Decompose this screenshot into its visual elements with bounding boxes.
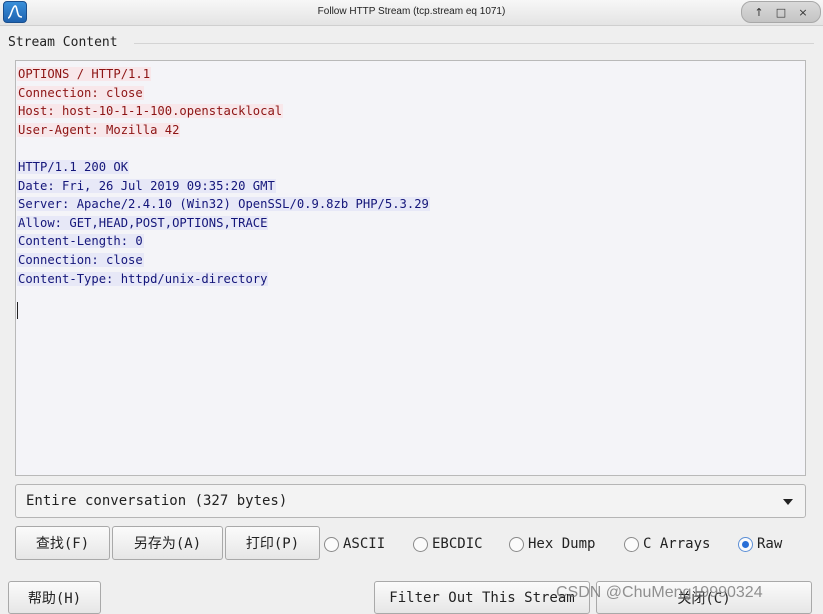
server-line: Allow: GET,HEAD,POST,OPTIONS,TRACE xyxy=(17,215,269,230)
server-line: Connection: close xyxy=(17,252,144,267)
find-button[interactable]: 查找(F) xyxy=(15,526,110,560)
radio-ascii[interactable]: ASCII xyxy=(324,535,385,553)
radio-button-checked-icon xyxy=(738,536,753,552)
keep-above-icon[interactable]: ↑ xyxy=(752,5,766,19)
client-line: OPTIONS / HTTP/1.1 xyxy=(17,67,152,81)
radio-ebcdic[interactable]: EBCDIC xyxy=(413,535,483,553)
radio-raw[interactable]: Raw xyxy=(738,535,782,553)
radio-hex-dump[interactable]: Hex Dump xyxy=(509,535,595,553)
server-line: Content-Type: httpd/unix-directory xyxy=(17,271,269,286)
close-button[interactable]: 关闭(C) xyxy=(596,581,812,614)
dropdown-arrow-icon xyxy=(783,499,793,505)
radio-button-icon xyxy=(413,536,428,552)
client-line: Connection: close xyxy=(17,85,144,100)
close-icon[interactable]: × xyxy=(796,5,810,19)
conversation-select-value: Entire conversation (327 bytes) xyxy=(26,493,288,509)
radio-ebcdic-label: EBCDIC xyxy=(432,536,483,552)
server-line: Server: Apache/2.4.10 (Win32) OpenSSL/0.… xyxy=(17,197,430,212)
filter-out-stream-button[interactable]: Filter Out This Stream xyxy=(374,581,590,614)
radio-c-arrays-label: C Arrays xyxy=(643,536,711,552)
server-line: Content-Length: 0 xyxy=(17,234,144,249)
radio-c-arrays[interactable]: C Arrays xyxy=(624,535,710,553)
stream-content-label: Stream Content xyxy=(8,35,120,50)
window-title: Follow HTTP Stream (tcp.stream eq 1071) xyxy=(317,6,506,17)
print-button[interactable]: 打印(P) xyxy=(225,526,320,560)
stream-text-area[interactable]: OPTIONS / HTTP/1.1 Connection: close Hos… xyxy=(15,60,806,476)
maximize-icon[interactable]: □ xyxy=(774,5,788,19)
radio-button-icon xyxy=(324,536,339,552)
radio-raw-label: Raw xyxy=(757,536,783,552)
conversation-select[interactable]: Entire conversation (327 bytes) xyxy=(15,484,806,518)
group-divider xyxy=(134,43,814,44)
client-line: User-Agent: Mozilla 42 xyxy=(17,122,181,137)
save-as-button[interactable]: 另存为(A) xyxy=(112,526,223,560)
text-caret xyxy=(17,302,18,319)
help-button[interactable]: 帮助(H) xyxy=(8,581,101,614)
radio-ascii-label: ASCII xyxy=(343,536,386,552)
server-line: HTTP/1.1 200 OK xyxy=(17,159,130,174)
title-bar: Follow HTTP Stream (tcp.stream eq 1071) … xyxy=(0,0,823,26)
window-controls: ↑ □ × xyxy=(741,1,821,23)
radio-hex-dump-label: Hex Dump xyxy=(528,536,596,552)
client-line: Host: host-10-1-1-100.openstacklocal xyxy=(17,104,284,119)
radio-button-icon xyxy=(624,536,639,552)
radio-button-icon xyxy=(509,536,524,552)
server-line: Date: Fri, 26 Jul 2019 09:35:20 GMT xyxy=(17,178,276,193)
